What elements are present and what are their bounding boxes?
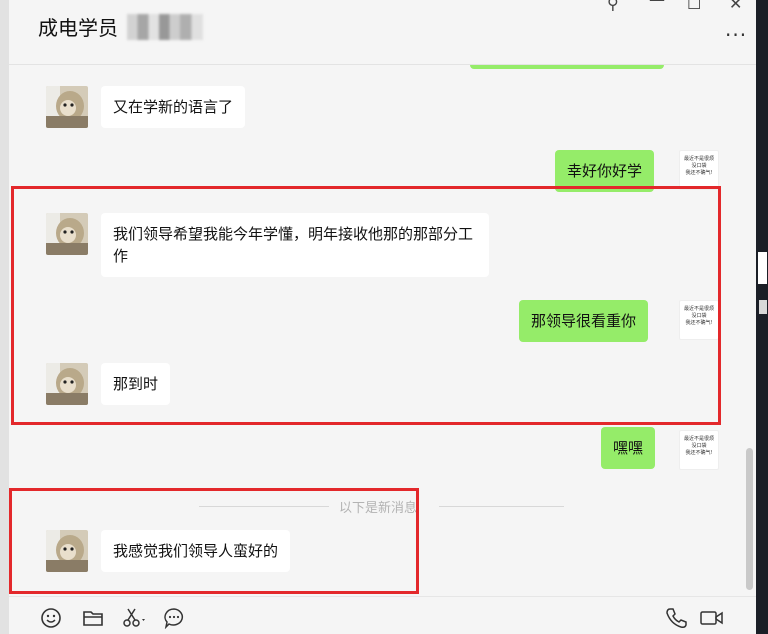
scrollbar-thumb[interactable] <box>746 448 753 590</box>
message-bubble-partial <box>470 65 664 69</box>
redacted-name <box>127 14 203 40</box>
message-bubble: 嘿嘿 <box>601 427 656 469</box>
maximize-button[interactable]: ☐ <box>687 0 701 13</box>
separator-line-right <box>439 506 564 507</box>
chat-title: 成电学员 <box>38 16 118 40</box>
my-avatar[interactable]: 最近不是很烦 没口袋 我还不确气! <box>679 150 719 190</box>
phone-icon[interactable] <box>665 607 687 633</box>
scissors-icon[interactable] <box>122 607 148 633</box>
minimize-button[interactable]: — <box>649 0 665 9</box>
my-avatar[interactable]: 最近不是很烦 没口袋 我还不确气! <box>679 430 719 470</box>
close-button[interactable]: ✕ <box>729 0 742 13</box>
background-strip-right <box>756 0 768 634</box>
emoji-icon[interactable] <box>40 607 62 633</box>
video-icon[interactable] <box>699 607 725 633</box>
background-strip-left <box>0 0 9 634</box>
contact-avatar[interactable] <box>46 86 88 128</box>
pin-icon[interactable]: ⚲ <box>607 0 619 13</box>
message-bubble: 又在学新的语言了 <box>101 86 246 128</box>
chat-bubble-icon[interactable] <box>163 607 185 633</box>
annotation-box <box>11 186 721 425</box>
more-options-icon[interactable]: ··· <box>725 23 747 47</box>
input-toolbar <box>9 596 756 634</box>
folder-icon[interactable] <box>82 607 104 633</box>
annotation-box <box>9 488 419 594</box>
chat-header: 成电学员 ⚲ — ☐ ✕ ··· <box>9 0 756 65</box>
